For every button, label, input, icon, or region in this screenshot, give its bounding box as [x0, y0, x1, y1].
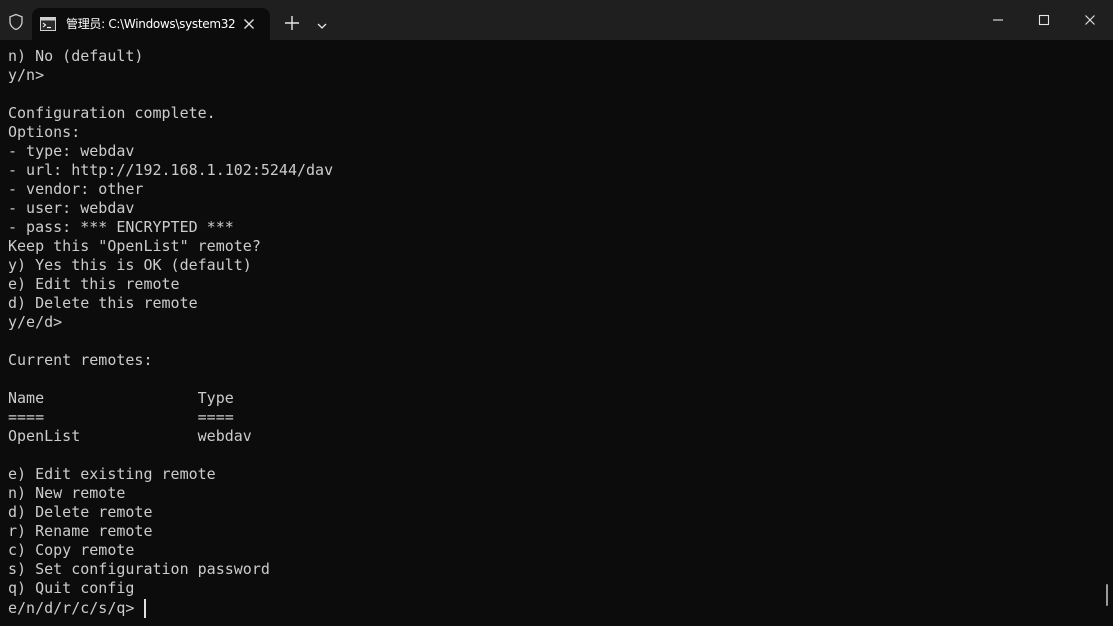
- title-bar: 管理员: C:\Windows\system32: [0, 0, 1113, 40]
- tab-title: 管理员: C:\Windows\system32: [66, 17, 236, 31]
- plus-icon[interactable]: [283, 14, 301, 32]
- text-cursor: [144, 599, 146, 618]
- terminal-icon: [40, 16, 56, 31]
- shield-icon: [7, 13, 25, 31]
- maximize-icon: [1038, 14, 1050, 26]
- close-window-button[interactable]: [1067, 0, 1113, 40]
- prompt-text: e/n/d/r/c/s/q>: [8, 599, 144, 617]
- close-icon: [1085, 15, 1095, 25]
- scrollbar-thumb[interactable]: [1106, 584, 1108, 606]
- terminal-output: n) No (default) y/n> Configuration compl…: [8, 47, 334, 597]
- chevron-down-icon[interactable]: [315, 17, 329, 29]
- minimize-button[interactable]: [975, 0, 1021, 40]
- close-icon[interactable]: [241, 16, 257, 32]
- minimize-icon: [993, 19, 1003, 21]
- command-prompt[interactable]: e/n/d/r/c/s/q>: [8, 599, 146, 618]
- tab-terminal[interactable]: 管理员: C:\Windows\system32: [32, 8, 270, 40]
- maximize-button[interactable]: [1021, 0, 1067, 40]
- terminal-area[interactable]: n) No (default) y/n> Configuration compl…: [0, 40, 1113, 626]
